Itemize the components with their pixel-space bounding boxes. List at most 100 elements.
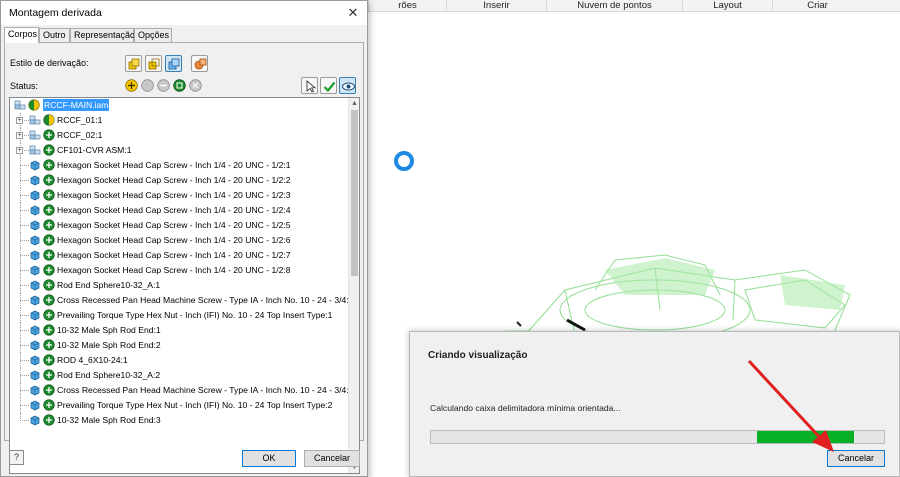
- derive-status-icon[interactable]: [28, 99, 40, 113]
- tree-row[interactable]: Cross Recessed Pan Head Machine Screw - …: [10, 383, 353, 398]
- derive-single-solid-button[interactable]: [125, 55, 142, 72]
- ribbon-tab-criar[interactable]: Criar: [772, 0, 862, 12]
- close-icon[interactable]: ✕: [344, 4, 362, 22]
- progress-dialog: Criando visualização Calculando caixa de…: [409, 331, 900, 477]
- derive-status-icon[interactable]: [43, 324, 55, 338]
- assembly-icon: [29, 129, 41, 143]
- status-intersect-button[interactable]: [189, 79, 202, 92]
- select-from-graphics-button[interactable]: [301, 77, 318, 94]
- derive-status-icon[interactable]: [43, 369, 55, 383]
- tree-guide-line: [20, 360, 29, 361]
- derive-status-icon[interactable]: [43, 354, 55, 368]
- tree-row[interactable]: Hexagon Socket Head Cap Screw - Inch 1/4…: [10, 233, 348, 248]
- tree-row[interactable]: Hexagon Socket Head Cap Screw - Inch 1/4…: [10, 263, 348, 278]
- tree-row[interactable]: 10-32 Male Sph Rod End:2: [10, 338, 348, 353]
- loading-spinner-icon: [394, 151, 414, 171]
- progress-cancel-button[interactable]: Cancelar: [827, 450, 885, 467]
- tab-corpos[interactable]: Corpos: [4, 27, 39, 43]
- derive-status-icon[interactable]: [43, 189, 55, 203]
- derive-status-icon[interactable]: [43, 219, 55, 233]
- tree-row[interactable]: Hexagon Socket Head Cap Screw - Inch 1/4…: [10, 218, 348, 233]
- derive-status-icon[interactable]: [43, 309, 55, 323]
- derive-status-icon[interactable]: [43, 129, 55, 143]
- derive-status-icon[interactable]: [43, 249, 55, 263]
- derive-status-icon[interactable]: [43, 399, 55, 413]
- ribbon-tab-partial[interactable]: rões: [368, 0, 446, 12]
- tree-scrollbar[interactable]: ▲ ▼: [348, 98, 359, 473]
- tree-item-label: Hexagon Socket Head Cap Screw - Inch 1/4…: [57, 220, 291, 230]
- ribbon-tab-layout[interactable]: Layout: [682, 0, 772, 12]
- tree-item-label: RCCF_02:1: [57, 130, 103, 140]
- tree-row[interactable]: + RCCF_02:1: [10, 128, 348, 143]
- status-include-button[interactable]: [125, 79, 138, 92]
- part-icon: [29, 159, 41, 173]
- ribbon-tab-inserir[interactable]: Inserir: [446, 0, 546, 12]
- derive-multiple-solids-button[interactable]: [165, 55, 182, 72]
- expand-icon[interactable]: +: [16, 132, 23, 139]
- cancel-button[interactable]: Cancelar: [304, 450, 360, 467]
- derive-status-icon[interactable]: [43, 114, 55, 128]
- tab-representacao[interactable]: Representação: [70, 28, 135, 42]
- tree-row[interactable]: Prevailing Torque Type Hex Nut - Inch (I…: [10, 398, 348, 413]
- tree-row[interactable]: Hexagon Socket Head Cap Screw - Inch 1/4…: [10, 203, 348, 218]
- tree-row[interactable]: ROD 4_6X10-24:1: [10, 353, 348, 368]
- part-icon: [29, 294, 41, 308]
- tree-row[interactable]: 10-32 Male Sph Rod End:1: [10, 323, 348, 338]
- derive-status-icon[interactable]: [43, 339, 55, 353]
- expand-icon[interactable]: +: [16, 117, 23, 124]
- derive-status-icon[interactable]: [43, 204, 55, 218]
- derive-status-icon[interactable]: [43, 159, 55, 173]
- tree-row[interactable]: Hexagon Socket Head Cap Screw - Inch 1/4…: [10, 188, 348, 203]
- tree-row[interactable]: Hexagon Socket Head Cap Screw - Inch 1/4…: [10, 158, 348, 173]
- scroll-up-arrow-icon[interactable]: ▲: [349, 98, 359, 109]
- derive-solid-no-seams-button[interactable]: [145, 55, 162, 72]
- preview-toggle-button[interactable]: [339, 77, 356, 94]
- expand-icon[interactable]: +: [16, 147, 23, 154]
- part-icon: [29, 234, 41, 248]
- derive-status-icon[interactable]: [43, 294, 55, 308]
- ok-button[interactable]: OK: [242, 450, 296, 467]
- status-bounding-box-button[interactable]: [173, 79, 186, 92]
- derive-status-icon[interactable]: [43, 264, 55, 278]
- tab-opcoes[interactable]: Opções: [134, 28, 172, 42]
- intersect-status-icon: [189, 79, 202, 92]
- derive-status-icon[interactable]: [43, 234, 55, 248]
- tree-item-label: Rod End Sphere10-32_A:1: [57, 280, 161, 290]
- tree-item-label: Hexagon Socket Head Cap Screw - Inch 1/4…: [57, 160, 291, 170]
- derive-status-icon[interactable]: [43, 174, 55, 188]
- surface-body-icon: [194, 58, 207, 70]
- tree-guide-line: [20, 375, 29, 376]
- derive-status-icon[interactable]: [43, 279, 55, 293]
- help-icon[interactable]: ?: [9, 450, 24, 465]
- dialog-title: Montagem derivada: [9, 7, 102, 19]
- tree-guide-line: [20, 255, 29, 256]
- status-exclude-button[interactable]: [141, 79, 154, 92]
- merged-solid-icon: [148, 58, 160, 70]
- derive-status-icon[interactable]: [43, 144, 55, 158]
- apply-status-button[interactable]: [320, 77, 337, 94]
- derivation-style-label: Estilo de derivação:: [10, 58, 89, 68]
- status-subtract-button[interactable]: [157, 79, 170, 92]
- tree-item-label: Hexagon Socket Head Cap Screw - Inch 1/4…: [57, 250, 291, 260]
- tree-row[interactable]: Rod End Sphere10-32_A:1: [10, 278, 348, 293]
- ribbon-tab-nuvem-de-pontos[interactable]: Nuvem de pontos: [546, 0, 682, 12]
- derive-surface-bodies-button[interactable]: [191, 55, 208, 72]
- tree-row[interactable]: Hexagon Socket Head Cap Screw - Inch 1/4…: [10, 248, 348, 263]
- tree-row[interactable]: Rod End Sphere10-32_A:2: [10, 368, 348, 383]
- tree-row[interactable]: 10-32 Male Sph Rod End:3: [10, 413, 348, 428]
- tree-row[interactable]: RCCF-MAIN.iam: [10, 98, 348, 113]
- tree-row[interactable]: Prevailing Torque Type Hex Nut - Inch (I…: [10, 308, 348, 323]
- tree-row[interactable]: + RCCF_01:1: [10, 113, 348, 128]
- part-icon: [29, 414, 41, 428]
- tree-guide-line: [20, 330, 29, 331]
- part-icon: [29, 399, 41, 413]
- derive-status-icon[interactable]: [43, 384, 55, 398]
- derive-status-icon[interactable]: [43, 414, 55, 428]
- tree-row[interactable]: Hexagon Socket Head Cap Screw - Inch 1/4…: [10, 173, 348, 188]
- tree-row[interactable]: + CF101-CVR ASM:1: [10, 143, 348, 158]
- progress-message: Calculando caixa delimitadora mínima ori…: [430, 403, 621, 413]
- tab-outro[interactable]: Outro: [39, 28, 70, 42]
- scrollbar-thumb[interactable]: [351, 110, 358, 276]
- tree-row[interactable]: Cross Recessed Pan Head Machine Screw - …: [10, 293, 353, 308]
- tree-item-label: ROD 4_6X10-24:1: [57, 355, 128, 365]
